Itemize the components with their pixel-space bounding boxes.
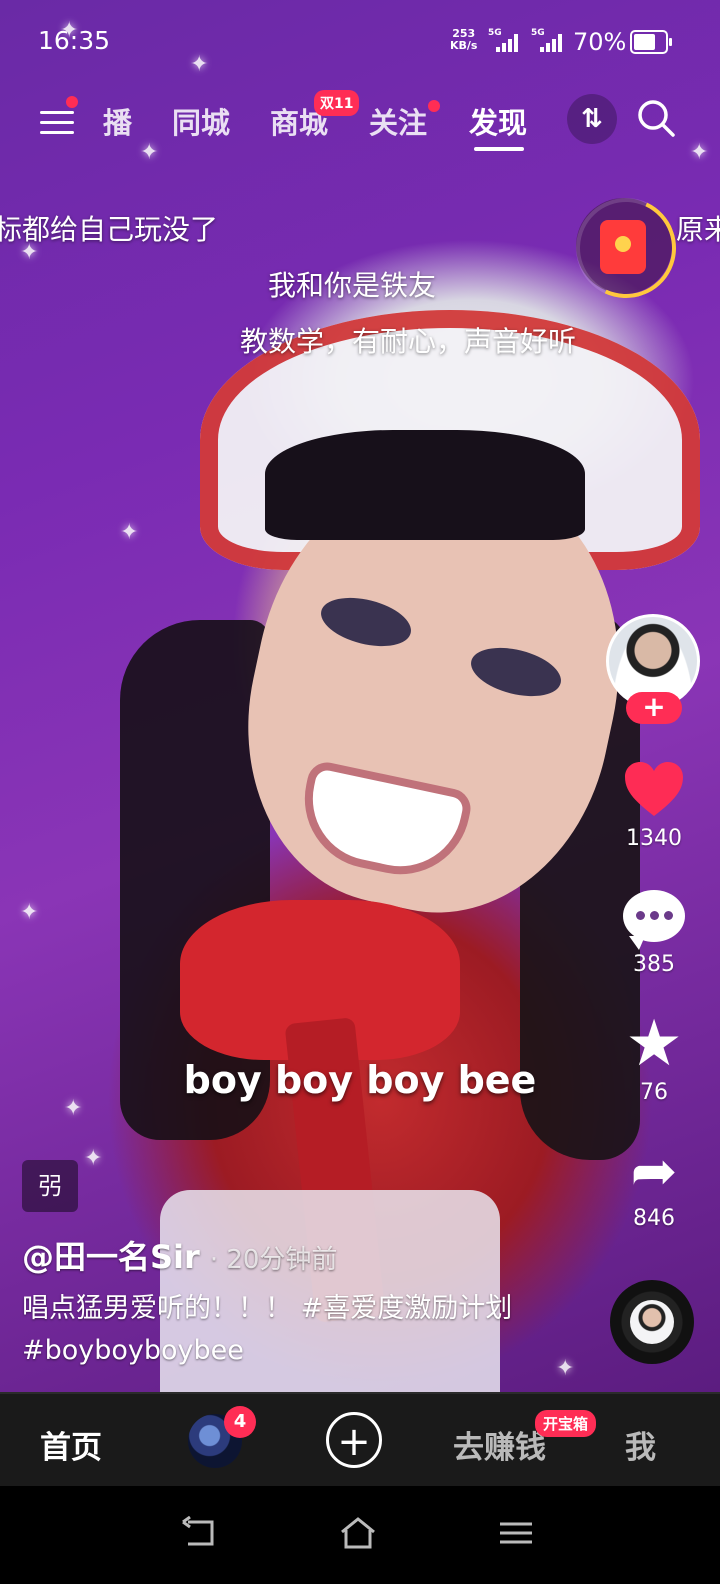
post-time: · 20分钟前 — [209, 1245, 338, 1275]
comment-button[interactable]: 385 — [604, 890, 704, 977]
danmu-comment: 我和你是铁友 — [268, 269, 437, 302]
signal-icon — [540, 34, 562, 52]
system-nav-bar — [0, 1486, 720, 1584]
recents-icon[interactable] — [496, 1516, 536, 1550]
like-count: 1340 — [626, 826, 682, 851]
nav-me[interactable]: 我 — [625, 1422, 656, 1467]
search-icon[interactable] — [636, 98, 676, 138]
network-speed: 253 KB/s — [450, 27, 478, 52]
danmu-comment: 标都给自己玩没了 — [0, 213, 219, 246]
heart-icon — [625, 762, 683, 816]
sparkle-icon: ✦ — [556, 1356, 575, 1381]
video-subtitle: boy boy boy bee — [183, 1058, 537, 1102]
share-count: 846 — [633, 1206, 675, 1231]
menu-icon[interactable] — [40, 104, 74, 138]
share-icon: ➦ — [630, 1139, 678, 1204]
tab-discover[interactable]: 发现 — [469, 100, 527, 142]
comment-icon — [623, 890, 685, 950]
nav-home[interactable]: 首页 — [40, 1422, 102, 1467]
music-avatar — [630, 1300, 674, 1344]
comment-count: 385 — [633, 952, 675, 977]
author-name[interactable]: @田一名Sir — [22, 1238, 200, 1276]
bottom-nav: 首页 4 + 去赚钱 开宝箱 我 — [0, 1392, 720, 1488]
mall-badge: 双11 — [314, 90, 360, 116]
video-description[interactable]: 唱点猛男爱听的！！！ #喜爱度激励计划 #boyboyboybee — [22, 1288, 542, 1372]
tab-nearby[interactable]: 同城 — [172, 100, 230, 142]
video-tag-badge[interactable]: 弜 — [22, 1160, 78, 1212]
back-icon[interactable] — [180, 1516, 220, 1550]
danmu-comment: 原来 — [676, 213, 720, 246]
notification-dot — [66, 96, 78, 108]
sparkle-icon: ✦ — [120, 520, 139, 545]
switch-icon[interactable]: ⇅ — [567, 94, 617, 144]
top-nav: 播 同城 商城 双11 关注 发现 ⇅ — [0, 90, 720, 160]
battery-icon — [630, 30, 672, 54]
treasure-badge: 开宝箱 — [535, 1410, 597, 1437]
like-button[interactable]: 1340 — [604, 760, 704, 851]
follow-button[interactable]: + — [626, 692, 682, 724]
battery-level — [634, 34, 655, 50]
red-packet-button[interactable] — [561, 183, 691, 313]
add-button[interactable]: + — [326, 1412, 382, 1468]
red-envelope-icon — [600, 220, 646, 274]
music-disc[interactable] — [610, 1280, 694, 1364]
tab-live[interactable]: 播 — [103, 100, 132, 142]
friends-badge: 4 — [224, 1406, 256, 1438]
share-button[interactable]: ➦ 846 — [604, 1139, 704, 1232]
signal-icon — [496, 34, 518, 52]
danmu-comment: 教数学，有耐心，声音好听 — [240, 325, 577, 358]
status-time: 16:35 — [38, 26, 111, 55]
following-dot — [428, 100, 440, 112]
active-tab-indicator — [474, 147, 524, 151]
video-frame-bangs — [265, 430, 585, 540]
home-icon[interactable] — [338, 1516, 378, 1550]
nav-earn[interactable]: 去赚钱 — [453, 1422, 546, 1467]
author-info: @田一名Sir · 20分钟前 — [22, 1232, 337, 1278]
sparkle-icon: ✦ — [84, 1146, 103, 1171]
tab-following[interactable]: 关注 — [369, 100, 427, 142]
sparkle-icon: ✦ — [20, 900, 39, 925]
battery-percent: 70% — [573, 28, 627, 56]
status-bar: 16:35 253 KB/s 5G 5G 70% — [0, 0, 720, 80]
